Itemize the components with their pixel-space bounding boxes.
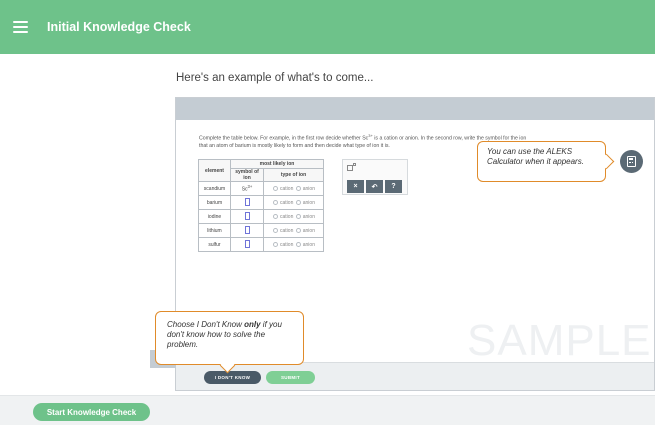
anion-radio[interactable]: [295, 185, 301, 191]
calculator-icon: [627, 156, 636, 167]
table-row: iodine cation anion: [198, 209, 324, 224]
anion-label: anion: [302, 199, 315, 206]
header-type: type of ion: [263, 168, 324, 182]
top-bar: Initial Knowledge Check: [0, 0, 655, 54]
intro-text: Here's an example of what's to come...: [176, 72, 374, 84]
anion-label: anion: [302, 213, 315, 220]
cation-radio[interactable]: [273, 199, 279, 205]
footer-bar: Start Knowledge Check: [0, 395, 655, 425]
symbol-cell: [230, 223, 264, 238]
type-cell: cation anion: [263, 237, 324, 252]
cation-label: cation: [280, 185, 294, 192]
type-cell: cation anion: [263, 223, 324, 238]
answer-bar: I DON'T KNOW SUBMIT: [176, 362, 654, 390]
undo-button[interactable]: ↶: [366, 180, 383, 193]
table-row: sulfur cation anion: [198, 237, 324, 252]
header-symbol: symbol of ion: [230, 168, 264, 182]
submit-button[interactable]: SUBMIT: [266, 371, 315, 384]
symbol-cell: [230, 195, 264, 210]
i-dont-know-button[interactable]: I DON'T KNOW: [204, 371, 261, 384]
idk-callout-text: Choose I Don't Know: [167, 320, 245, 329]
idk-callout-emphasis: only: [244, 320, 261, 329]
help-button[interactable]: ?: [385, 180, 402, 193]
table-row: lithium cation anion: [198, 223, 324, 238]
element-cell: lithium: [198, 223, 231, 238]
symbol-charge: 3+: [247, 184, 253, 190]
anion-radio[interactable]: [295, 213, 301, 219]
question-line2: that an atom of barium is mostly likely …: [199, 142, 390, 149]
menu-icon[interactable]: [0, 0, 40, 54]
frame-header-bar: [176, 98, 654, 120]
page-title: Initial Knowledge Check: [47, 20, 191, 34]
symbol-input[interactable]: [244, 211, 250, 220]
cation-radio[interactable]: [273, 227, 279, 233]
anion-label: anion: [302, 185, 315, 192]
cation-label: cation: [280, 227, 294, 234]
type-cell: cation anion: [263, 209, 324, 224]
element-cell: barium: [198, 195, 231, 210]
header-most-likely-ion: most likely ion: [230, 159, 324, 169]
anion-label: anion: [302, 227, 315, 234]
cation-radio[interactable]: [273, 241, 279, 247]
i-dont-know-callout: Choose I Don't Know only if you don't kn…: [155, 311, 304, 365]
element-cell: scandium: [198, 181, 231, 196]
superscript-box-icon: [353, 163, 356, 166]
cation-radio[interactable]: [273, 185, 279, 191]
symbol-cell: Sc3+: [230, 181, 264, 196]
type-cell: cation anion: [263, 195, 324, 210]
header-element: element: [198, 159, 231, 182]
table-row: scandium Sc3+ cation anion: [198, 181, 324, 196]
anion-label: anion: [302, 241, 315, 248]
element-cell: sulfur: [198, 237, 231, 252]
symbol-cell: [230, 237, 264, 252]
clear-button[interactable]: ×: [347, 180, 364, 193]
element-cell: iodine: [198, 209, 231, 224]
symbol-input[interactable]: [244, 225, 250, 234]
table-row: barium cation anion: [198, 195, 324, 210]
symbol-input[interactable]: [244, 239, 250, 248]
cation-label: cation: [280, 213, 294, 220]
start-knowledge-check-button[interactable]: Start Knowledge Check: [33, 403, 150, 421]
answer-tool-panel: × ↶ ?: [342, 159, 408, 195]
symbol-cell: [230, 209, 264, 224]
anion-radio[interactable]: [295, 199, 301, 205]
ion-table: element most likely ion symbol of ion ty…: [198, 159, 324, 252]
cation-label: cation: [280, 241, 294, 248]
calculator-callout: You can use the ALEKS Calculator when it…: [477, 141, 606, 182]
cation-radio[interactable]: [273, 213, 279, 219]
question-line1: Complete the table below. For example, i…: [199, 135, 369, 142]
anion-radio[interactable]: [295, 227, 301, 233]
symbol-input[interactable]: [244, 197, 250, 206]
sample-watermark: SAMPLE: [467, 316, 652, 365]
type-cell: cation anion: [263, 181, 324, 196]
calculator-button[interactable]: [620, 150, 643, 173]
anion-radio[interactable]: [295, 241, 301, 247]
cation-label: cation: [280, 199, 294, 206]
